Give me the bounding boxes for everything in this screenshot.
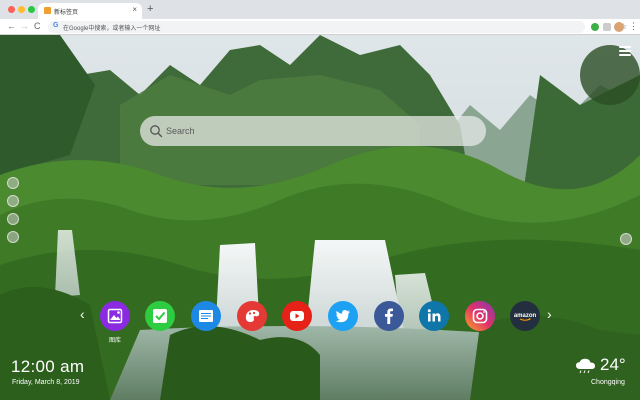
weather-temperature: 24°	[600, 355, 626, 374]
search-bar[interactable]	[140, 116, 486, 146]
shortcut-linkedin[interactable]	[419, 301, 449, 331]
side-shortcut-3[interactable]	[7, 213, 19, 225]
facebook-icon	[374, 301, 404, 331]
shortcut-instagram[interactable]	[465, 301, 495, 331]
tab-favicon-icon	[44, 7, 51, 14]
address-bar-placeholder: 在Google中搜索，或者输入一个网址	[63, 26, 161, 32]
clock-date: Friday, March 8, 2019	[12, 379, 80, 386]
clock-time: 12:00 am	[11, 357, 85, 376]
google-icon: G	[53, 22, 59, 29]
weather-city: Chongqing	[591, 379, 625, 386]
browser-tab[interactable]: 新标签页 ×	[38, 3, 142, 19]
cloud-rain-icon	[576, 358, 595, 374]
profile-avatar[interactable]	[614, 22, 624, 32]
image-gallery-icon	[100, 301, 130, 331]
shortcut-youtube[interactable]	[282, 301, 312, 331]
notes-icon	[191, 301, 221, 331]
window-maximize-button[interactable]	[28, 6, 35, 13]
search-icon	[150, 125, 163, 138]
background-landscape-image	[0, 35, 640, 400]
instagram-icon	[465, 301, 495, 331]
amazon-icon: amazon	[510, 301, 540, 331]
window-close-button[interactable]	[8, 6, 15, 13]
browser-tab-bar: 新标签页 × +	[0, 0, 640, 19]
window-minimize-button[interactable]	[18, 6, 25, 13]
shortcut-label-image-gallery: 图库	[108, 338, 121, 344]
shortcut-checklist[interactable]	[145, 301, 175, 331]
new-tab-page: ‹ › 图库	[0, 35, 640, 400]
search-input[interactable]	[166, 123, 466, 139]
shortcut-image-gallery[interactable]	[100, 301, 130, 331]
reload-button[interactable]: C	[34, 21, 41, 32]
forward-button[interactable]: →	[20, 21, 29, 32]
twitter-icon	[328, 301, 358, 331]
shortcuts-prev-arrow[interactable]: ‹	[80, 307, 85, 321]
shortcut-twitter[interactable]	[328, 301, 358, 331]
shortcut-amazon[interactable]: amazon	[510, 301, 540, 331]
palette-icon	[237, 301, 267, 331]
address-bar[interactable]: G 在Google中搜索，或者输入一个网址 ☆	[48, 21, 627, 33]
shortcut-palette[interactable]	[237, 301, 267, 331]
new-tab-button[interactable]: +	[147, 3, 153, 15]
shortcut-notes[interactable]	[191, 301, 221, 331]
shortcuts-next-arrow[interactable]: ›	[547, 307, 552, 321]
extension-green-icon[interactable]	[591, 23, 599, 31]
amazon-logo-text: amazon	[514, 313, 537, 319]
browser-menu-icon[interactable]: ⋮	[629, 20, 638, 32]
side-shortcut-4[interactable]	[7, 231, 19, 243]
youtube-icon	[282, 301, 312, 331]
user-account-icon[interactable]	[620, 233, 632, 245]
browser-toolbar: ← → C G 在Google中搜索，或者输入一个网址 ☆ ⋮	[0, 19, 640, 35]
tab-close-icon[interactable]: ×	[132, 5, 137, 14]
side-shortcut-2[interactable]	[7, 195, 19, 207]
menu-hamburger-icon[interactable]	[619, 46, 631, 56]
linkedin-icon	[419, 301, 449, 331]
tab-title: 新标签页	[54, 10, 79, 16]
back-button[interactable]: ←	[7, 21, 16, 32]
side-shortcut-1[interactable]	[7, 177, 19, 189]
shortcut-facebook[interactable]	[374, 301, 404, 331]
extension-icon[interactable]	[603, 23, 611, 31]
checkmark-icon	[145, 301, 175, 331]
